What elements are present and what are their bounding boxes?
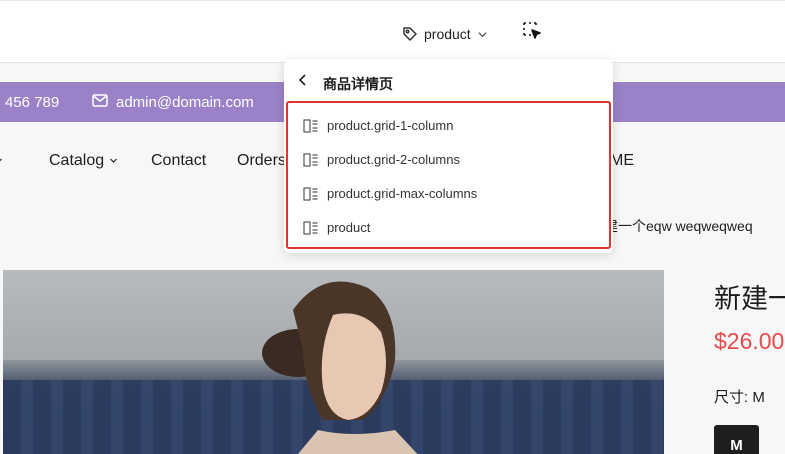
product-price: $26.00 <box>714 328 785 354</box>
dropdown-title: 商品详情页 <box>323 76 393 92</box>
nav-item-orders[interactable]: Orders <box>237 152 286 170</box>
back-button[interactable] <box>296 73 310 87</box>
layout-template-icon <box>303 119 319 138</box>
template-item-label: product <box>327 220 371 235</box>
nav-item-me[interactable]: ME <box>610 152 634 170</box>
template-item-grid-1-column[interactable]: product.grid-1-column <box>288 109 609 143</box>
template-item-grid-max-columns[interactable]: product.grid-max-columns <box>288 177 609 211</box>
template-item-product[interactable]: product <box>288 211 609 245</box>
template-selector-label: product <box>424 26 471 42</box>
size-label: 尺寸: M <box>714 389 765 406</box>
dropdown-header: 商品详情页 <box>284 59 613 101</box>
editor-toolbar: product <box>0 0 785 63</box>
template-item-label: product.grid-max-columns <box>327 186 478 201</box>
email-contact[interactable]: admin@domain.com <box>92 94 254 111</box>
nav-item-label: Catalog <box>49 152 105 169</box>
select-element-icon <box>522 21 542 46</box>
template-dropdown: 商品详情页 product.grid-1-column product.grid… <box>284 59 613 253</box>
layout-template-icon <box>303 187 319 206</box>
select-element-button[interactable] <box>520 21 544 45</box>
phone-number: 456 789 <box>5 93 60 111</box>
template-item-grid-2-columns[interactable]: product.grid-2-columns <box>288 143 609 177</box>
tag-icon <box>402 26 418 42</box>
size-option-m[interactable]: M <box>714 425 759 454</box>
template-selector[interactable]: product <box>402 23 488 45</box>
nav-item-contact[interactable]: Contact <box>151 152 206 170</box>
template-item-label: product.grid-1-column <box>327 118 454 133</box>
model-figure <box>262 281 418 454</box>
product-image[interactable] <box>3 270 664 454</box>
envelope-icon <box>92 93 108 111</box>
product-title: 新建一 <box>714 284 785 314</box>
chevron-left-icon <box>298 74 306 86</box>
template-item-label: product.grid-2-columns <box>327 152 460 167</box>
email-address: admin@domain.com <box>116 93 254 111</box>
nav-item-catalog[interactable]: Catalog <box>49 152 118 170</box>
layout-template-icon <box>303 221 319 240</box>
chevron-down-icon <box>0 152 3 170</box>
layout-template-icon <box>303 153 319 172</box>
breadcrumb: 建一个eqw weqweqweq <box>604 218 753 234</box>
nav-item-partial[interactable] <box>0 152 3 170</box>
chevron-down-icon <box>109 152 118 170</box>
chevron-down-icon <box>477 29 488 40</box>
template-list: product.grid-1-column product.grid-2-col… <box>286 101 611 249</box>
